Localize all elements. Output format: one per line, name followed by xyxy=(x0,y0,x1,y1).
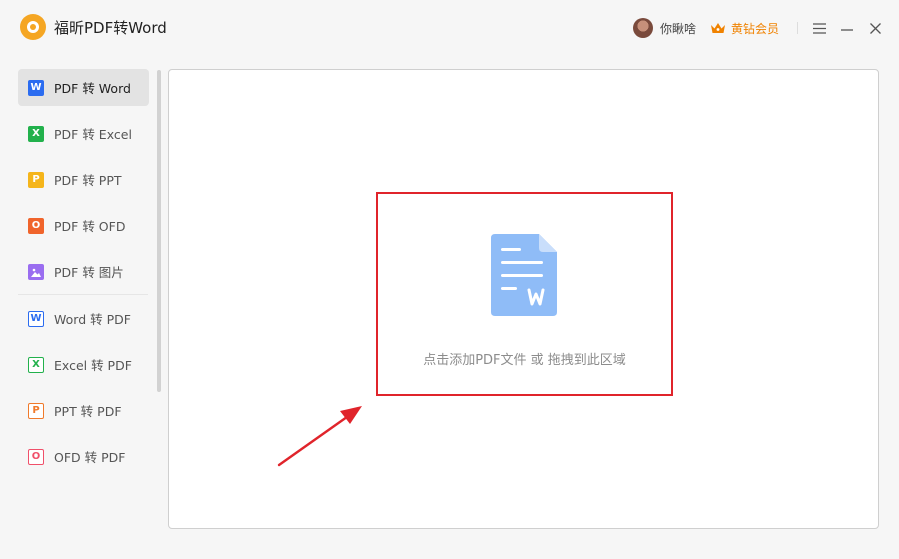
close-button[interactable] xyxy=(867,18,883,38)
sidebar-item-label: PDF 转 Excel xyxy=(54,127,132,142)
vip-badge[interactable]: 黄钻会员 xyxy=(710,17,779,39)
file-drop-zone[interactable]: 点击添加PDF文件 或 拖拽到此区域 xyxy=(376,192,673,396)
sidebar-item-label: PPT 转 PDF xyxy=(54,404,122,419)
sidebar-divider xyxy=(18,294,148,295)
menu-button[interactable] xyxy=(811,18,827,38)
avatar[interactable] xyxy=(633,18,653,38)
crown-icon xyxy=(710,22,726,34)
sidebar-item-pdf-to-excel[interactable]: X PDF 转 Excel xyxy=(18,115,149,152)
hamburger-icon xyxy=(812,22,826,34)
ppt-icon: P xyxy=(28,171,44,188)
ofd-doc-icon: O xyxy=(28,448,44,465)
word-doc-icon: W xyxy=(28,310,44,327)
sidebar-item-ofd-to-pdf[interactable]: O OFD 转 PDF xyxy=(18,438,149,475)
annotation-arrow-icon xyxy=(277,406,362,467)
sidebar-item-label: PDF 转 PPT xyxy=(54,173,122,188)
sidebar-item-label: OFD 转 PDF xyxy=(54,450,126,465)
sidebar-item-word-to-pdf[interactable]: W Word 转 PDF xyxy=(18,300,149,337)
minimize-icon xyxy=(841,28,853,31)
ofd-icon: O xyxy=(28,217,44,234)
sidebar-item-pdf-to-image[interactable]: PDF 转 图片 xyxy=(18,253,149,290)
sidebar-item-pdf-to-ofd[interactable]: O PDF 转 OFD xyxy=(18,207,149,244)
drop-hint-text: 点击添加PDF文件 或 拖拽到此区域 xyxy=(423,353,626,368)
ppt-doc-icon: P xyxy=(28,402,44,419)
sidebar: W PDF 转 Word X PDF 转 Excel P PDF 转 PPT O… xyxy=(18,68,150,528)
sidebar-item-pdf-to-word[interactable]: W PDF 转 Word xyxy=(18,69,149,106)
minimize-button[interactable] xyxy=(839,18,855,38)
app-logo-icon xyxy=(20,14,46,40)
excel-icon: X xyxy=(28,125,44,142)
excel-doc-icon: X xyxy=(28,356,44,373)
sidebar-item-excel-to-pdf[interactable]: X Excel 转 PDF xyxy=(18,346,149,383)
close-icon xyxy=(869,22,881,34)
title-bar: 福昕PDF转Word 你瞅啥 黄钻会员 xyxy=(0,0,899,56)
sidebar-scrollbar[interactable] xyxy=(157,70,161,392)
image-icon xyxy=(28,263,44,280)
app-title: 福昕PDF转Word xyxy=(54,19,167,37)
word-document-icon xyxy=(491,234,559,316)
vip-label[interactable]: 黄钻会员 xyxy=(731,20,779,37)
word-icon: W xyxy=(28,79,44,96)
sidebar-item-pdf-to-ppt[interactable]: P PDF 转 PPT xyxy=(18,161,149,198)
sidebar-item-label: PDF 转 图片 xyxy=(54,265,124,280)
user-name[interactable]: 你瞅啥 xyxy=(660,20,696,37)
sidebar-item-label: PDF 转 Word xyxy=(54,81,131,96)
sidebar-item-label: PDF 转 OFD xyxy=(54,219,126,234)
sidebar-item-ppt-to-pdf[interactable]: P PPT 转 PDF xyxy=(18,392,149,429)
titlebar-divider xyxy=(797,22,798,34)
sidebar-item-label: Word 转 PDF xyxy=(54,312,131,327)
user-account[interactable]: 你瞅啥 xyxy=(633,17,696,39)
sidebar-item-label: Excel 转 PDF xyxy=(54,358,132,373)
